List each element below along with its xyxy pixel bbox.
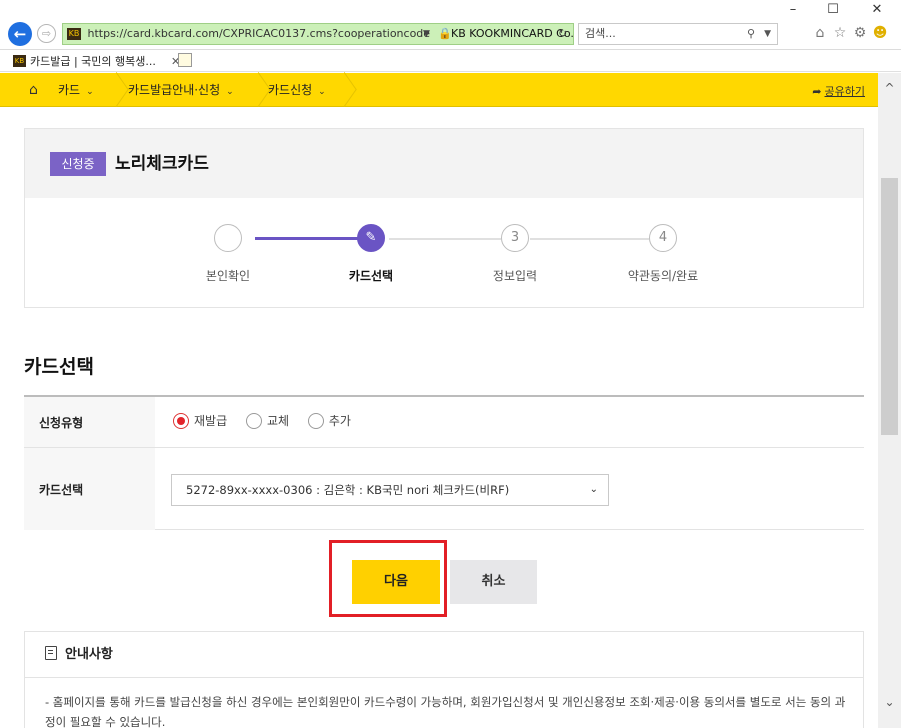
cancel-button[interactable]: 취소	[450, 560, 537, 604]
search-icon[interactable]: ⚲	[747, 24, 755, 44]
scrollbar-thumb[interactable]	[881, 178, 898, 435]
notice-text: - 홈페이지를 통해 카드를 발급신청을 하신 경우에는 본인회원만이 카드수령…	[45, 695, 846, 728]
notice-box: 안내사항 - 홈페이지를 통해 카드를 발급신청을 하신 경우에는 본인회원만이…	[24, 631, 864, 728]
share-icon: ➦	[812, 85, 822, 98]
browser-search-input[interactable]: 검색... ⚲ ▼	[578, 23, 778, 45]
form-label-card: 카드선택	[24, 448, 155, 530]
form-row-type: 신청유형 재발급 교체 추가	[24, 397, 864, 448]
radio-reissue[interactable]: 재발급	[173, 413, 227, 429]
breadcrumb-nav: ⌂ 카드 ⌄ 카드발급안내·신청 ⌄ 카드신청 ⌄ ➦ 공유하기	[0, 73, 878, 107]
browser-titlebar: – ☐ ✕ ← ⇨ KB https://card.kbcard.com/CXP…	[0, 0, 901, 50]
card-select-dropdown[interactable]: 5272-89xx-xxxx-0306 : 김은학 : KB국민 nori 체크…	[171, 474, 609, 506]
breadcrumb-label: 카드발급안내·신청	[128, 83, 221, 97]
page-title: 노리체크카드	[115, 154, 209, 174]
step-circle-1	[214, 224, 242, 252]
form-label-type: 신청유형	[24, 397, 155, 447]
smiley-feedback-icon[interactable]: ☻	[872, 25, 888, 41]
breadcrumb-item-issuance[interactable]: 카드발급안내·신청 ⌄	[128, 83, 234, 99]
browser-tabbar: KB 카드발급 | 국민의 행복생... ✕	[0, 50, 901, 72]
reload-icon[interactable]: ↻	[558, 24, 567, 44]
breadcrumb-separator	[334, 73, 350, 107]
application-header: 신청중 노리체크카드 ✎ 3 4 본인확인 카드선택 정보입력 약관동의/완료	[24, 128, 864, 308]
application-type-radio-group: 재발급 교체 추가	[173, 413, 366, 429]
maximize-button[interactable]: ☐	[820, 2, 846, 18]
page-scrollbar[interactable]: ^ ⌄	[878, 73, 901, 728]
step-connector	[389, 238, 501, 240]
certificate-label[interactable]: KB KOOKMINCARD Co.,L...	[451, 24, 573, 44]
radio-label: 재발급	[194, 414, 228, 428]
step-label-2: 카드선택	[348, 269, 394, 283]
step-label-3: 정보입력	[492, 269, 538, 283]
settings-gear-icon[interactable]: ⚙	[852, 25, 868, 41]
chevron-down-icon: ⌄	[589, 484, 598, 495]
breadcrumb-item-card[interactable]: 카드 ⌄	[58, 83, 94, 99]
step-circle-4: 4	[649, 224, 677, 252]
section-title: 카드선택	[24, 356, 94, 378]
step-label-4: 약관동의/완료	[627, 269, 699, 283]
close-button[interactable]: ✕	[864, 2, 890, 18]
header-title-area: 신청중 노리체크카드	[25, 129, 863, 198]
lock-icon[interactable]: 🔒	[438, 24, 452, 44]
scroll-down-arrow-icon[interactable]: ⌄	[878, 695, 901, 709]
address-url: https://card.kbcard.com/CXPRICAC0137.cms…	[87, 27, 431, 40]
radio-replace[interactable]: 교체	[245, 413, 290, 429]
tab-favicon-icon: KB	[13, 55, 26, 67]
breadcrumb-label: 카드신청	[268, 83, 313, 97]
step-label-1: 본인확인	[205, 269, 251, 283]
chevron-down-icon: ⌄	[318, 87, 326, 97]
notice-title: 안내사항	[65, 647, 113, 662]
radio-unchecked-icon	[307, 413, 324, 429]
chevron-down-icon: ⌄	[86, 87, 94, 97]
step-circle-3: 3	[501, 224, 529, 252]
breadcrumb-separator	[248, 73, 264, 107]
page-content: 신청중 노리체크카드 ✎ 3 4 본인확인 카드선택 정보입력 약관동의/완료 …	[0, 108, 878, 728]
minimize-button[interactable]: –	[780, 2, 806, 18]
search-placeholder: 검색...	[585, 27, 616, 40]
breadcrumb-item-apply[interactable]: 카드신청 ⌄	[268, 83, 326, 99]
back-arrow-icon[interactable]: ←	[8, 22, 32, 46]
radio-label: 추가	[328, 414, 351, 428]
card-selection-form: 신청유형 재발급 교체 추가 카드선택 5272-89xx-xxxx-0306 …	[24, 395, 864, 530]
document-icon	[45, 646, 57, 660]
home-icon[interactable]: ⌂	[812, 25, 828, 41]
share-label: 공유하기	[824, 85, 865, 98]
breadcrumb-label: 카드	[58, 83, 81, 97]
new-tab-icon[interactable]	[178, 53, 192, 67]
progress-stepper: ✎ 3 4 본인확인 카드선택 정보입력 약관동의/완료	[25, 198, 863, 308]
status-badge: 신청중	[50, 152, 106, 176]
form-row-card: 카드선택 5272-89xx-xxxx-0306 : 김은학 : KB국민 no…	[24, 448, 864, 530]
radio-unchecked-icon	[245, 413, 262, 429]
favorites-star-icon[interactable]: ☆	[832, 25, 848, 41]
notice-header: 안내사항	[25, 632, 863, 678]
chevron-down-icon: ⌄	[226, 87, 234, 97]
home-icon[interactable]: ⌂	[29, 82, 38, 98]
step-connector-done	[255, 237, 361, 240]
radio-add[interactable]: 추가	[307, 413, 351, 429]
share-link[interactable]: ➦ 공유하기	[812, 83, 865, 99]
breadcrumb-separator	[106, 73, 122, 107]
step-connector	[530, 238, 649, 240]
card-select-value: 5272-89xx-xxxx-0306 : 김은학 : KB국민 nori 체크…	[186, 483, 510, 497]
tab-title: 카드발급 | 국민의 행복생...	[30, 55, 156, 68]
radio-label: 교체	[266, 414, 290, 428]
edit-pencil-icon: ✎	[357, 224, 385, 252]
site-favicon-icon: KB	[67, 28, 81, 40]
forward-arrow-icon[interactable]: ⇨	[37, 24, 56, 43]
next-button[interactable]: 다음	[352, 560, 440, 604]
browser-tab[interactable]: KB 카드발급 | 국민의 행복생... ✕	[10, 52, 190, 71]
radio-checked-icon	[173, 413, 189, 429]
search-dropdown-icon[interactable]: ▼	[764, 24, 771, 44]
address-bar[interactable]: KB https://card.kbcard.com/CXPRICAC0137.…	[62, 23, 574, 45]
address-dropdown-icon[interactable]: ▼	[423, 24, 430, 44]
scroll-up-arrow-icon[interactable]: ^	[878, 81, 901, 95]
